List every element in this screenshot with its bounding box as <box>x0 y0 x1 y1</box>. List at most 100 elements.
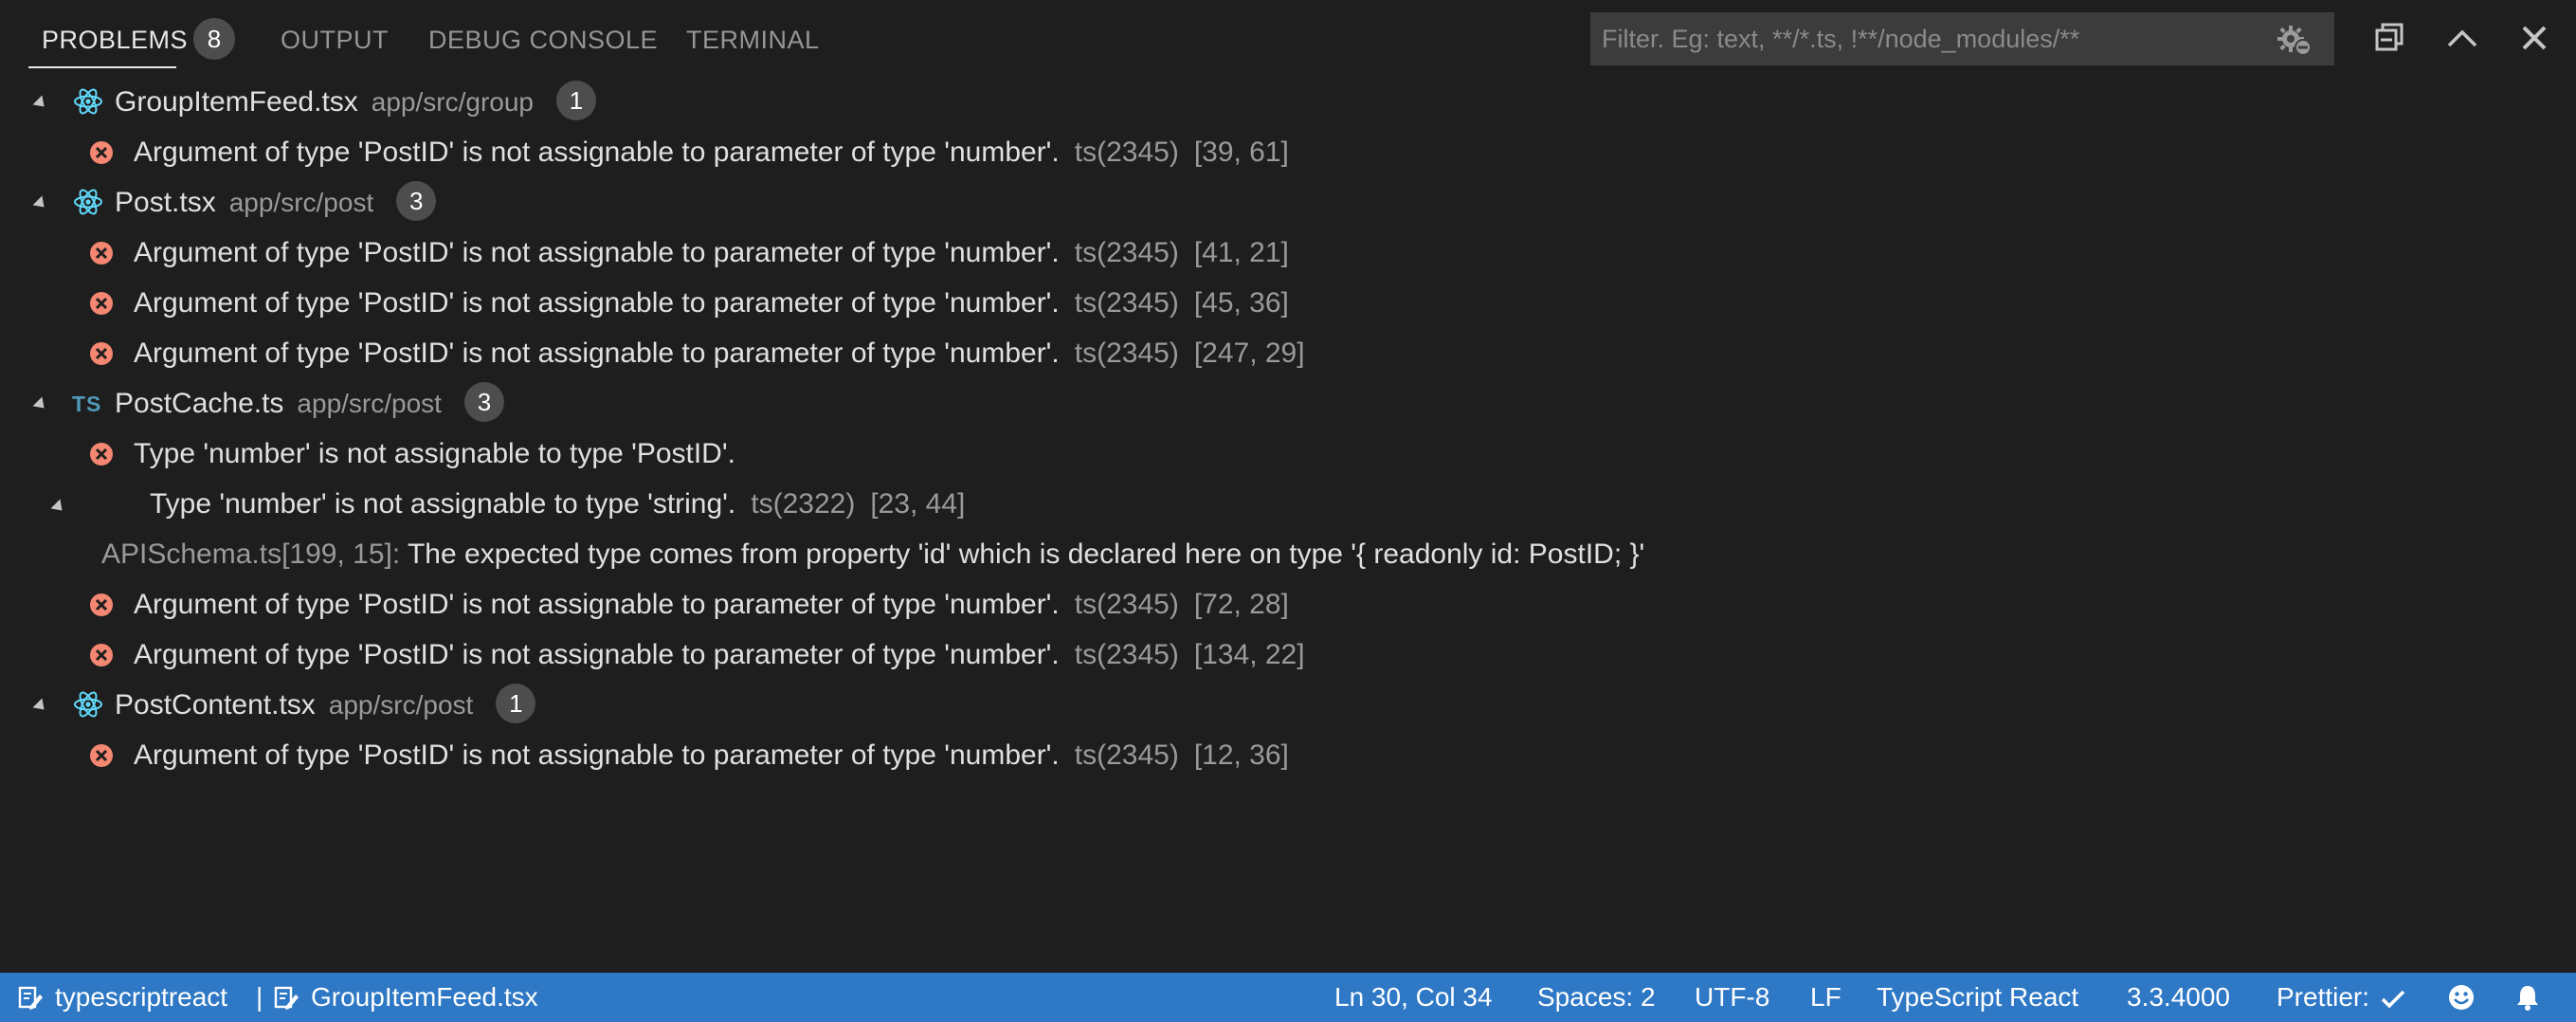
related-info-text: APISchema.ts[199, 15]: The expected type… <box>101 530 1644 579</box>
file-row-post[interactable]: Post.tsx app/src/post 3 <box>0 178 2576 228</box>
expand-twistie-icon[interactable] <box>32 396 49 413</box>
expand-twistie-icon[interactable] <box>32 95 49 112</box>
file-label: Post.tsx app/src/post 3 <box>115 178 437 228</box>
file-problem-count-badge: 3 <box>463 382 504 423</box>
typescript-icon: TS <box>72 392 102 416</box>
collapse-all-icon[interactable] <box>2369 17 2411 59</box>
problem-message: Argument of type 'PostID' is not assigna… <box>134 338 1060 369</box>
problem-code: ts(2345) <box>1074 287 1179 319</box>
problems-count-badge: 8 <box>193 18 235 60</box>
filter-input[interactable] <box>1602 12 2265 65</box>
problem-code: ts(2345) <box>1074 589 1179 620</box>
tab-terminal[interactable]: TERMINAL <box>686 23 820 57</box>
problem-location: [134, 22] <box>1193 639 1305 670</box>
problem-text: Argument of type 'PostID' is not assigna… <box>134 731 1289 780</box>
status-separator: | <box>256 982 263 1012</box>
prettier-item[interactable]: Prettier: <box>2277 973 2405 1022</box>
error-icon <box>90 443 113 465</box>
file-label: PostCache.ts app/src/post 3 <box>115 379 504 429</box>
prettier-label: Prettier: <box>2277 982 2370 1012</box>
error-icon <box>90 292 113 315</box>
panel-header: PROBLEMS 8 OUTPUT DEBUG CONSOLE TERMINAL <box>0 0 2576 76</box>
filter-gear-icon[interactable] <box>2276 24 2313 56</box>
problem-code: ts(2322) <box>751 488 856 520</box>
file-problem-count-badge: 3 <box>396 181 437 222</box>
problem-location: [41, 21] <box>1193 237 1289 268</box>
problem-message: Argument of type 'PostID' is not assigna… <box>134 639 1060 670</box>
file-problem-count-badge: 1 <box>556 81 596 121</box>
file-name: PostCache.ts <box>115 388 284 419</box>
file-row-postcache[interactable]: TS PostCache.ts app/src/post 3 <box>0 379 2576 429</box>
problem-row[interactable]: Argument of type 'PostID' is not assigna… <box>0 228 2576 278</box>
filter-box <box>1590 12 2334 65</box>
problem-code: ts(2345) <box>1074 338 1179 369</box>
file-problem-count-badge: 1 <box>496 684 536 724</box>
problem-text: Argument of type 'PostID' is not assigna… <box>134 630 1305 680</box>
problems-panel-window: PROBLEMS 8 OUTPUT DEBUG CONSOLE TERMINAL <box>0 0 2576 1022</box>
problem-code: ts(2345) <box>1074 639 1179 670</box>
problem-row[interactable]: Argument of type 'PostID' is not assigna… <box>0 329 2576 378</box>
tab-problems[interactable]: PROBLEMS <box>42 23 188 57</box>
related-info-row[interactable]: APISchema.ts[199, 15]: The expected type… <box>0 530 2576 579</box>
problem-message: Argument of type 'PostID' is not assigna… <box>134 237 1060 268</box>
file-path: app/src/post <box>297 389 442 418</box>
problem-row[interactable]: Argument of type 'PostID' is not assigna… <box>0 731 2576 780</box>
error-icon <box>90 242 113 265</box>
encoding-item[interactable]: UTF-8 <box>1695 973 1769 1022</box>
maximize-panel-icon[interactable] <box>2441 17 2483 59</box>
file-row-postcontent[interactable]: PostContent.tsx app/src/post 1 <box>0 681 2576 730</box>
problem-text: Argument of type 'PostID' is not assigna… <box>134 329 1305 378</box>
cursor-position-item[interactable]: Ln 30, Col 34 <box>1334 973 1493 1022</box>
edit-file-icon <box>18 986 43 1010</box>
error-icon <box>90 593 113 616</box>
file-path: app/src/post <box>328 690 474 720</box>
react-icon <box>74 88 102 115</box>
problem-row[interactable]: Argument of type 'PostID' is not assigna… <box>0 279 2576 328</box>
problem-location: [45, 36] <box>1193 287 1289 319</box>
eol-item[interactable]: LF <box>1810 973 1841 1022</box>
error-icon <box>90 141 113 164</box>
check-icon <box>2381 990 2405 1009</box>
notifications-bell-icon[interactable] <box>2513 983 2542 1012</box>
file-path: app/src/group <box>371 87 534 117</box>
problem-location: [72, 28] <box>1193 589 1289 620</box>
feedback-smiley-icon[interactable] <box>2447 983 2476 1012</box>
error-icon <box>90 342 113 365</box>
problem-row[interactable]: Type 'number' is not assignable to type … <box>0 429 2576 479</box>
problem-row[interactable]: Argument of type 'PostID' is not assigna… <box>0 580 2576 630</box>
active-file-item[interactable]: GroupItemFeed.tsx <box>311 973 538 1022</box>
ts-version-item[interactable]: 3.3.4000 <box>2127 973 2230 1022</box>
problem-code: ts(2345) <box>1074 739 1179 771</box>
problem-detail-row[interactable]: Type 'number' is not assignable to type … <box>0 480 2576 529</box>
expand-twistie-icon[interactable] <box>32 698 49 715</box>
status-bar: typescriptreact | GroupItemFeed.tsx Ln 3… <box>0 973 2576 1022</box>
error-icon <box>90 644 113 666</box>
error-icon <box>90 744 113 767</box>
problem-row[interactable]: Argument of type 'PostID' is not assigna… <box>0 128 2576 177</box>
language-item[interactable]: TypeScript React <box>1877 973 2078 1022</box>
problem-code: ts(2345) <box>1074 137 1179 168</box>
file-name: Post.tsx <box>115 187 216 218</box>
problem-row[interactable]: Argument of type 'PostID' is not assigna… <box>0 630 2576 680</box>
file-row-groupitemfeed[interactable]: GroupItemFeed.tsx app/src/group 1 <box>0 78 2576 127</box>
problem-detail-message: Type 'number' is not assignable to type … <box>150 488 736 520</box>
expand-twistie-icon[interactable] <box>32 195 49 212</box>
problem-location: [23, 44] <box>870 488 966 520</box>
indentation-item[interactable]: Spaces: 2 <box>1537 973 1656 1022</box>
problem-message: Argument of type 'PostID' is not assigna… <box>134 137 1060 168</box>
close-panel-icon[interactable] <box>2513 17 2555 59</box>
file-label: PostContent.tsx app/src/post 1 <box>115 681 536 730</box>
tab-output[interactable]: OUTPUT <box>281 23 389 57</box>
problem-text: Argument of type 'PostID' is not assigna… <box>134 128 1289 177</box>
edit-file-icon <box>274 986 299 1010</box>
tab-debug-console[interactable]: DEBUG CONSOLE <box>428 23 658 57</box>
react-icon <box>74 189 102 215</box>
react-icon <box>74 691 102 718</box>
related-info-source[interactable]: APISchema.ts[199, 15]: <box>101 538 400 570</box>
language-mode-item[interactable]: typescriptreact <box>55 973 227 1022</box>
expand-twistie-icon[interactable] <box>50 499 67 516</box>
file-name: PostContent.tsx <box>115 689 316 721</box>
problem-message: Argument of type 'PostID' is not assigna… <box>134 739 1060 771</box>
problem-location: [39, 61] <box>1193 137 1289 168</box>
file-name: GroupItemFeed.tsx <box>115 86 358 118</box>
